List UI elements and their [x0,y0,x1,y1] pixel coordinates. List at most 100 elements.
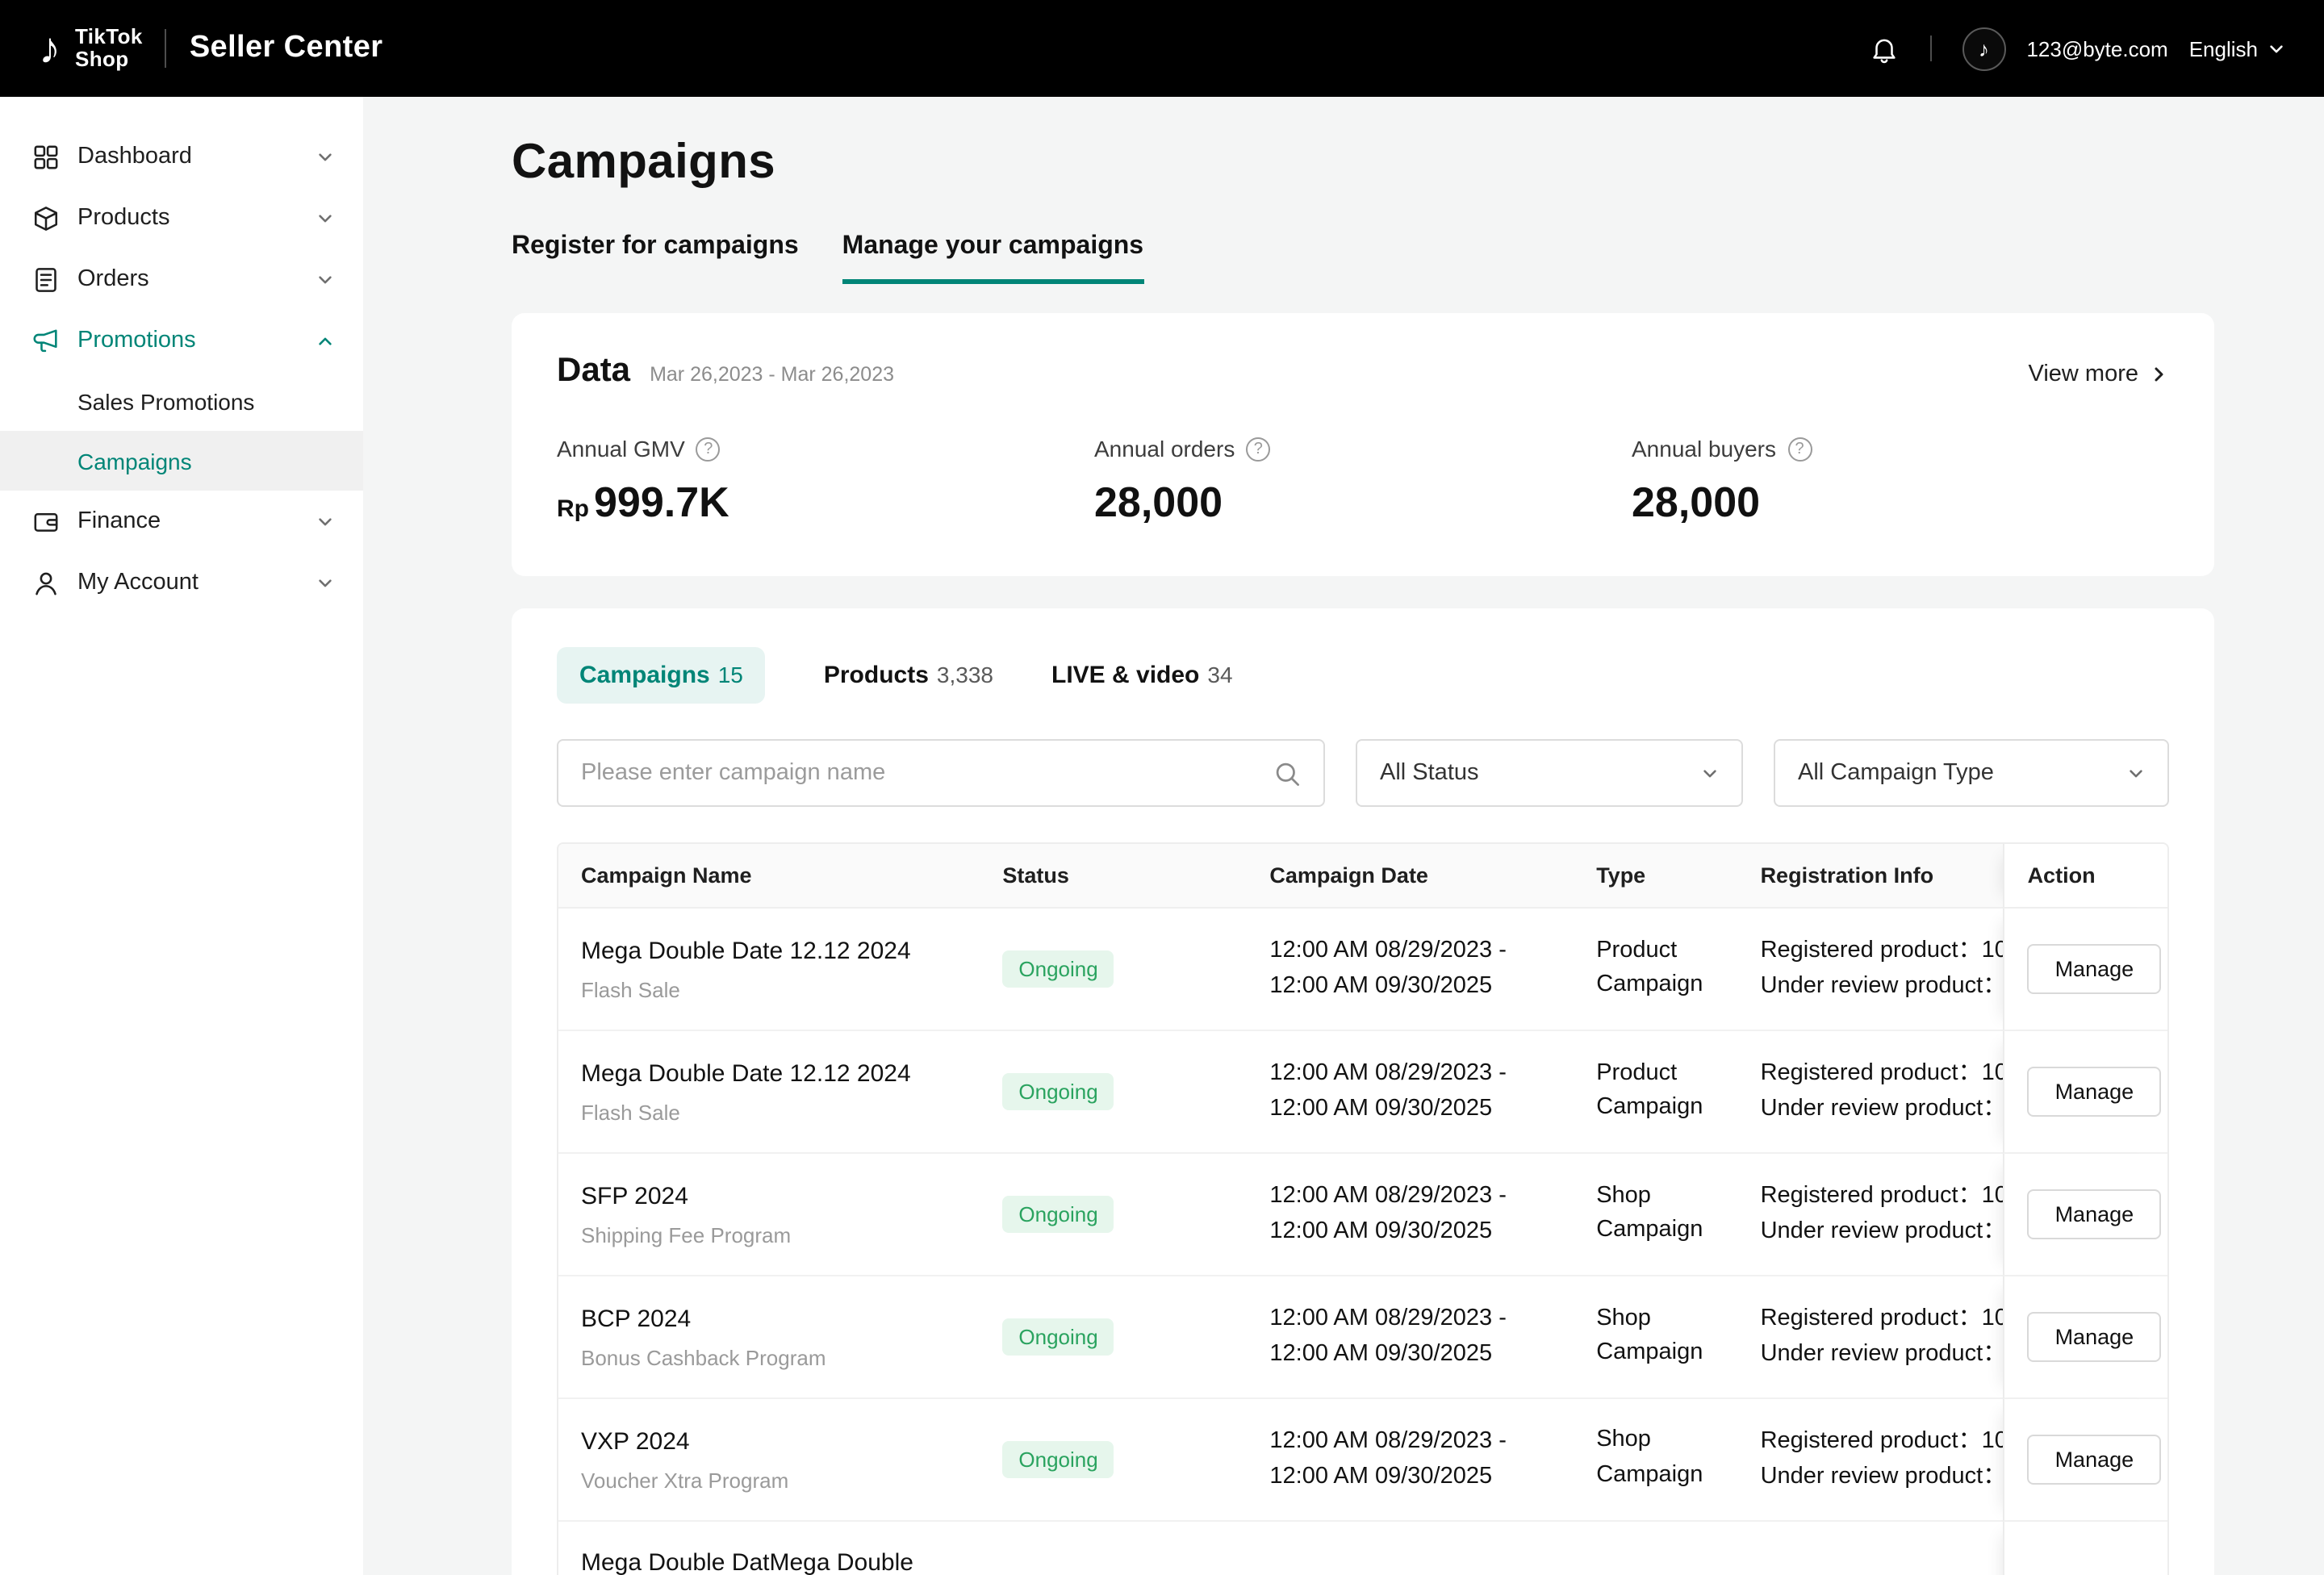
column-header-action: Action [2004,844,2167,909]
campaign-date-end: 12:00 AM 09/30/2025 [1269,1337,1551,1373]
status-filter-value: All Status [1380,760,1479,786]
campaign-type: Product Campaign [1596,1056,1715,1126]
tab-live-video[interactable]: LIVE & video 34 [1051,647,1233,704]
table-row: Mega Double DatMega Double Date 12.12 20… [558,1521,2167,1575]
tab-campaigns[interactable]: Campaigns 15 [557,647,766,704]
date-range: Mar 26,2023 - Mar 26,2023 [650,363,894,386]
brand-line1: TikTok [75,27,143,48]
chevron-up-icon [316,332,334,349]
table-row: SFP 2024 Shipping Fee Program Ongoing 12… [558,1154,2167,1276]
tiktok-note-icon: ♪ [39,27,61,70]
currency-prefix: Rp [557,495,589,523]
campaign-name: Mega Double DatMega Double Date 12.12 20… [581,1545,957,1575]
metric-annual-orders: Annual orders ? 28,000 [1094,436,1632,528]
tab-products[interactable]: Products 3,338 [824,647,993,704]
status-badge: Ongoing [1002,950,1114,988]
notification-bell-icon[interactable] [1868,33,1899,64]
manage-button[interactable]: Manage [2028,1067,2162,1117]
registration-under-review: Under review product：1 [1761,1214,2004,1251]
data-card: Data Mar 26,2023 - Mar 26,2023 View more… [512,313,2214,576]
column-header-campaign-date: Campaign Date [1247,844,1574,909]
campaign-subtitle: Voucher Xtra Program [581,1468,957,1493]
campaign-type: Shop Campaign [1596,1424,1715,1494]
sidebar-item-finance[interactable]: Finance [0,491,363,552]
sidebar-item-promotions[interactable]: Promotions [0,310,363,371]
help-icon[interactable]: ? [1246,437,1270,461]
page-tabs: Register for campaigns Manage your campa… [512,232,2214,284]
campaign-date-start: 12:00 AM 08/29/2023 - [1269,933,1551,969]
tab-label: Products [824,662,929,689]
sidebar: Dashboard Products Orders [0,97,363,1575]
language-label: English [2189,36,2258,61]
language-selector[interactable]: English [2189,36,2285,61]
chevron-down-icon [316,270,334,288]
help-icon[interactable]: ? [1787,437,1812,461]
sidebar-item-campaigns[interactable]: Campaigns [0,431,363,491]
sidebar-item-products[interactable]: Products [0,187,363,249]
sidebar-item-orders[interactable]: Orders [0,249,363,310]
sidebar-subitem-label: Sales Promotions [77,388,254,414]
brand-text: TikTok Shop [75,27,143,71]
registration-under-review: Under review product：1 [1761,1092,2004,1128]
tab-manage-your-campaigns[interactable]: Manage your campaigns [842,232,1143,284]
account-avatar[interactable]: ♪ [1962,27,2005,70]
registration-under-review: Under review product：1 [1761,1459,2004,1495]
page-title: Campaigns [512,136,2214,190]
status-badge: Ongoing [1002,1196,1114,1233]
status-filter[interactable]: All Status [1356,739,1743,807]
chevron-down-icon [316,209,334,227]
campaign-type-filter[interactable]: All Campaign Type [1774,739,2169,807]
chevron-right-icon [2150,365,2169,384]
campaign-search-input[interactable] [581,760,1273,786]
metric-label-row: Annual GMV ? [557,436,1094,462]
layout: Dashboard Products Orders [0,97,2324,1575]
campaign-date-start: 12:00 AM 08/29/2023 - [1269,1301,1551,1337]
sidebar-item-label: Dashboard [77,144,192,169]
metric-value-row: 28,000 [1632,478,2169,528]
data-card-header: Data Mar 26,2023 - Mar 26,2023 View more [557,352,2169,391]
tab-label: LIVE & video [1051,662,1199,689]
chevron-down-icon [2127,764,2145,782]
products-icon [32,204,60,232]
help-icon[interactable]: ? [696,437,721,461]
manage-button[interactable]: Manage [2028,1434,2162,1484]
account-email[interactable]: 123@byte.com [2026,36,2167,61]
campaign-table: Campaign Name Status Campaign Date Type … [557,842,2169,1575]
status-badge: Ongoing [1002,1318,1114,1356]
tiktok-shop-logo[interactable]: ♪ TikTok Shop [39,27,143,71]
manage-button[interactable]: Manage [2028,944,2162,994]
search-icon[interactable] [1273,759,1301,787]
registration-registered: Registered product：100 [1761,1055,2004,1092]
metric-value: 28,000 [1632,478,1760,528]
campaign-type-filter-value: All Campaign Type [1798,760,1994,786]
status-badge: Ongoing [1002,1073,1114,1110]
table-row: Mega Double Date 12.12 2024 Flash Sale O… [558,909,2167,1031]
sidebar-item-dashboard[interactable]: Dashboard [0,126,363,187]
chevron-down-icon [316,512,334,530]
column-header-registration-info: Registration Info [1738,844,2004,909]
campaign-type: Shop Campaign [1596,1179,1715,1249]
table-row: Mega Double Date 12.12 2024 Flash Sale O… [558,1031,2167,1154]
campaign-date-end: 12:00 AM 09/30/2025 [1269,969,1551,1005]
campaign-subtitle: Flash Sale [581,1101,957,1126]
table-row: BCP 2024 Bonus Cashback Program Ongoing … [558,1276,2167,1399]
orders-icon [32,265,60,293]
finance-wallet-icon [32,508,60,535]
view-more-link[interactable]: View more [2029,361,2169,387]
view-more-label: View more [2029,361,2138,387]
sidebar-item-sales-promotions[interactable]: Sales Promotions [0,371,363,431]
registration-under-review: Under review product：1 [1761,969,2004,1005]
manage-button[interactable]: Manage [2028,1189,2162,1239]
tab-register-for-campaigns[interactable]: Register for campaigns [512,232,799,284]
campaign-subtitle: Flash Sale [581,979,957,1003]
campaign-date-end: 12:00 AM 09/30/2025 [1269,1214,1551,1251]
chevron-down-icon [316,148,334,165]
manage-button[interactable]: Manage [2028,1312,2162,1362]
metric-label-row: Annual buyers ? [1632,436,2169,462]
sidebar-item-label: Products [77,205,169,231]
chevron-down-icon [316,574,334,591]
campaign-search [557,739,1325,807]
metric-annual-buyers: Annual buyers ? 28,000 [1632,436,2169,528]
sidebar-item-my-account[interactable]: My Account [0,552,363,613]
tab-count: 34 [1207,662,1232,687]
